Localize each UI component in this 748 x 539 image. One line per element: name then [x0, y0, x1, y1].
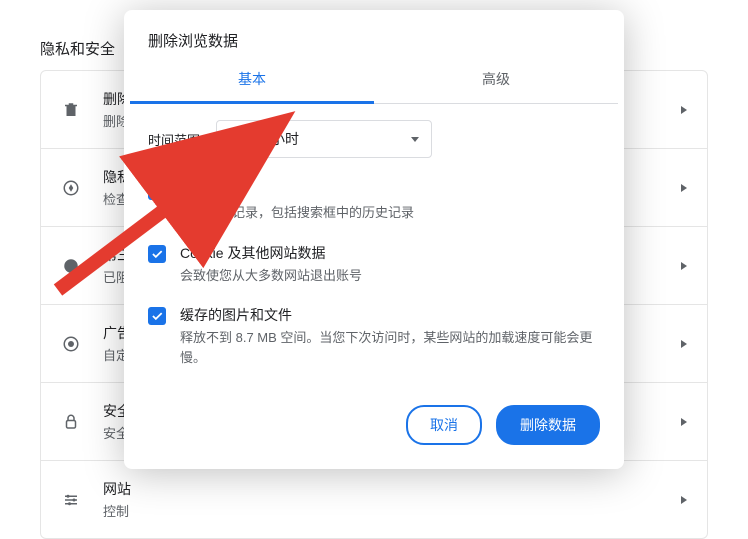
tab-basic[interactable]: 基本 — [130, 59, 374, 104]
option-sub: 删除历史记录，包括搜索框中的历史记录 — [180, 203, 414, 223]
option-cookies[interactable]: Cookie 及其他网站数据 会致使您从大多数网站退出账号 — [148, 233, 600, 296]
option-sub: 会致使您从大多数网站退出账号 — [180, 266, 362, 286]
dialog-tabs: 基本 高级 — [130, 59, 618, 104]
options-list: 浏览记录 删除历史记录，包括搜索框中的历史记录 Cookie 及其他网站数据 会… — [124, 166, 624, 377]
chevron-down-icon — [411, 137, 419, 142]
modal-overlay: 删除浏览数据 基本 高级 时间范围 过去一小时 浏览记录 删除历史记录，包括搜索… — [0, 0, 748, 506]
option-history[interactable]: 浏览记录 删除历史记录，包括搜索框中的历史记录 — [148, 170, 600, 233]
checkbox-checked-icon[interactable] — [148, 245, 166, 263]
dialog-title: 删除浏览数据 — [124, 10, 624, 59]
tab-advanced[interactable]: 高级 — [374, 59, 618, 103]
time-range-row: 时间范围 过去一小时 — [124, 104, 624, 166]
clear-data-dialog: 删除浏览数据 基本 高级 时间范围 过去一小时 浏览记录 删除历史记录，包括搜索… — [124, 10, 624, 469]
cancel-button[interactable]: 取消 — [406, 405, 482, 445]
option-title: 浏览记录 — [180, 180, 414, 200]
option-sub: 释放不到 8.7 MB 空间。当您下次访问时，某些网站的加载速度可能会更慢。 — [180, 328, 600, 367]
option-title: 缓存的图片和文件 — [180, 305, 600, 325]
time-range-label: 时间范围 — [148, 130, 200, 149]
time-range-select[interactable]: 过去一小时 — [216, 120, 432, 158]
time-range-value: 过去一小时 — [229, 129, 299, 149]
option-title: Cookie 及其他网站数据 — [180, 243, 362, 263]
confirm-button[interactable]: 删除数据 — [496, 405, 600, 445]
checkbox-checked-icon[interactable] — [148, 307, 166, 325]
dialog-buttons: 取消 删除数据 — [124, 377, 624, 459]
option-cache[interactable]: 缓存的图片和文件 释放不到 8.7 MB 空间。当您下次访问时，某些网站的加载速… — [148, 295, 600, 377]
checkbox-checked-icon[interactable] — [148, 182, 166, 200]
